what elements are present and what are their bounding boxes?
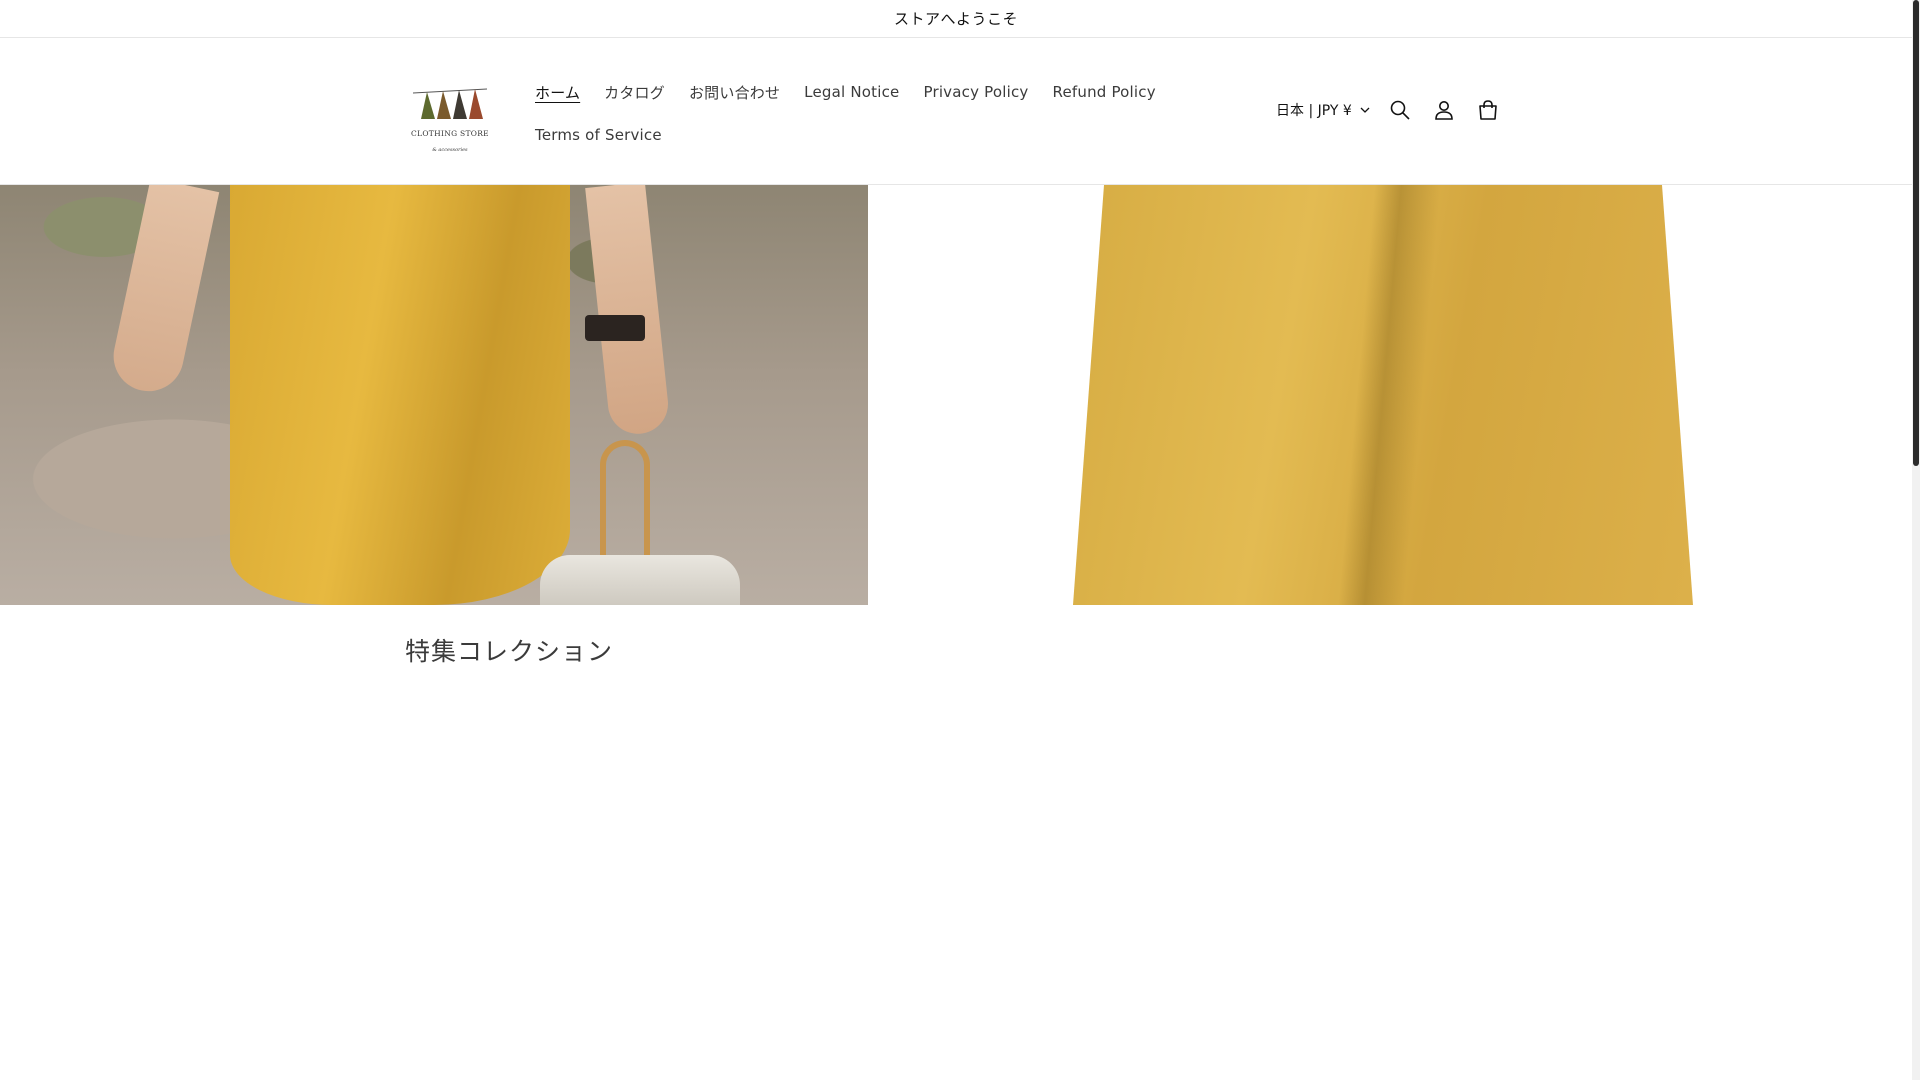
account-icon — [1434, 101, 1453, 120]
hero-banner — [0, 185, 1912, 605]
search-icon — [1390, 100, 1410, 120]
logo-text: CLOTHING STORE — [411, 129, 489, 138]
hero-bag — [540, 555, 740, 605]
locale-label: 日本 | JPY ¥ — [1276, 103, 1352, 119]
announcement-text: ストアへようこそ — [893, 10, 1018, 28]
site-header: CLOTHING STORE & accessories ホーム カタログ お問… — [0, 38, 1912, 185]
nav-link-home[interactable]: ホーム — [523, 82, 592, 103]
logo-hangers-icon — [412, 88, 488, 119]
nav-link-terms-of-service[interactable]: Terms of Service — [523, 126, 674, 144]
cart-icon — [1478, 100, 1497, 120]
logo-subtext: & accessories — [432, 147, 468, 153]
nav-link-contact[interactable]: お問い合わせ — [677, 82, 792, 103]
main-nav: ホーム カタログ お問い合わせ Legal Notice Privacy Pol… — [523, 74, 1156, 153]
announcement-bar: ストアへようこそ — [0, 0, 1912, 38]
hero-image-model — [0, 185, 868, 605]
hero-watch — [585, 315, 645, 341]
nav-row-2: Terms of Service — [523, 117, 1123, 153]
nav-link-catalog[interactable]: カタログ — [592, 82, 677, 103]
hero-arm-left — [107, 185, 220, 398]
nav-link-legal-notice[interactable]: Legal Notice — [792, 83, 911, 101]
nav-row-1: ホーム カタログ お問い合わせ Legal Notice Privacy Pol… — [523, 74, 1156, 110]
hero-yellow-dress — [230, 185, 570, 605]
nav-link-refund-policy[interactable]: Refund Policy — [1041, 83, 1168, 101]
page: ストアへようこそ CLOTHING STORE & accessories ホー… — [0, 0, 1920, 1080]
account-button[interactable] — [1422, 88, 1466, 132]
search-button[interactable] — [1378, 88, 1422, 132]
chevron-down-icon — [1360, 107, 1370, 113]
header-actions: 日本 | JPY ¥ — [1268, 92, 1510, 128]
hero-image-skirt — [868, 185, 1912, 605]
scrollbar-thumb[interactable] — [1913, 0, 1919, 466]
featured-collection-title: 特集コレクション — [405, 637, 614, 666]
hero-bag-handle — [600, 440, 650, 565]
locale-selector[interactable]: 日本 | JPY ¥ — [1268, 92, 1378, 128]
nav-link-privacy-policy[interactable]: Privacy Policy — [911, 83, 1040, 101]
hero-arm-right — [585, 185, 671, 437]
page-scrollbar[interactable] — [1912, 0, 1920, 1080]
store-logo[interactable]: CLOTHING STORE & accessories — [405, 83, 495, 163]
cart-button[interactable] — [1466, 88, 1510, 132]
hero-yellow-skirt — [1073, 185, 1693, 605]
